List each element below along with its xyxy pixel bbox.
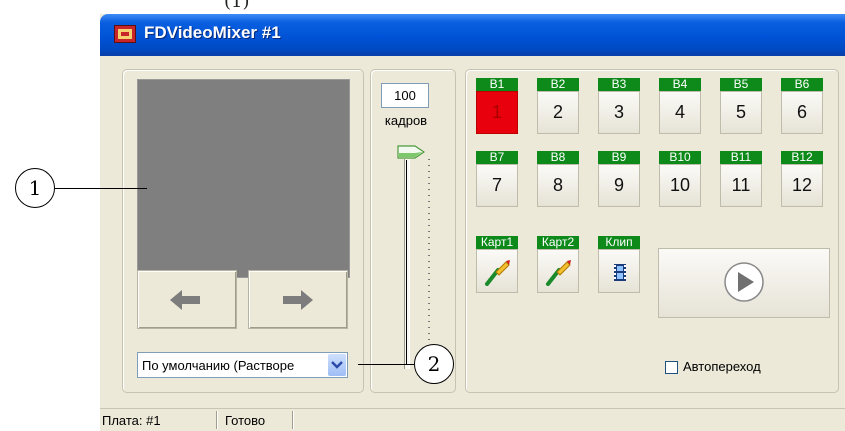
bus-label-b12: B12 [781, 151, 823, 164]
status-board: Плата: #1 [102, 413, 161, 428]
bus-button-3[interactable]: 3 [598, 91, 640, 134]
bus-label-b7: B7 [476, 151, 518, 164]
bus-label-b9: B9 [598, 151, 640, 164]
bus-button-6[interactable]: 6 [781, 91, 823, 134]
bus-button-1[interactable]: 1 [476, 91, 518, 134]
chevron-down-icon [331, 361, 343, 369]
bus-label-b4: B4 [659, 78, 701, 91]
card1-button[interactable] [476, 249, 518, 293]
prev-button[interactable] [137, 270, 237, 329]
bus-label-b8: B8 [537, 151, 579, 164]
bus-button-4[interactable]: 4 [659, 91, 701, 134]
callout-2: 2 [414, 344, 454, 384]
app-film-icon [114, 25, 136, 43]
status-divider [292, 411, 293, 429]
preview-screen [137, 79, 350, 278]
film-icon [614, 264, 626, 281]
bus-button-9[interactable]: 9 [598, 164, 640, 207]
callout-1: 1 [15, 168, 55, 208]
arrow-left-icon [170, 290, 200, 310]
transition-type-select[interactable]: По умолчанию (Растворе [137, 352, 348, 378]
brush-icon [546, 260, 571, 286]
callout-2-leader-vertical [406, 160, 408, 364]
bus-label-b10: B10 [659, 151, 701, 164]
bus-button-12[interactable]: 12 [781, 164, 823, 207]
bus-button-2[interactable]: 2 [537, 91, 579, 134]
bus-label-b3: B3 [598, 78, 640, 91]
card2-button[interactable] [537, 249, 579, 293]
play-icon [724, 262, 764, 302]
autotransition-checkbox-box[interactable] [665, 361, 678, 374]
play-button[interactable] [658, 248, 830, 318]
app-window: FDVideoMixer #1 По умолчанию (Растворе 1… [100, 14, 845, 431]
callout-1-leader [55, 188, 147, 190]
brush-icon [485, 260, 510, 286]
status-divider [216, 411, 217, 429]
bus-button-10[interactable]: 10 [659, 164, 701, 207]
bus-label-b1: B1 [476, 78, 518, 91]
bus-button-7[interactable]: 7 [476, 164, 518, 207]
autotransition-label: Автопереход [683, 359, 761, 374]
media-label-card2: Карт2 [537, 236, 579, 249]
bus-button-8[interactable]: 8 [537, 164, 579, 207]
transition-type-value: По умолчанию (Растворе [142, 358, 295, 373]
title-bar[interactable]: FDVideoMixer #1 [100, 14, 845, 56]
window-title: FDVideoMixer #1 [144, 23, 281, 42]
callout-2-leader [358, 364, 414, 366]
bus-label-b2: B2 [537, 78, 579, 91]
bus-label-b11: B11 [720, 151, 762, 164]
bus-button-5[interactable]: 5 [720, 91, 762, 134]
status-bar: Плата: #1 Готово [100, 408, 845, 431]
media-label-card1: Карт1 [476, 236, 518, 249]
slider-thumb[interactable] [397, 145, 425, 159]
bus-button-11[interactable]: 11 [720, 164, 762, 207]
status-state: Готово [225, 413, 266, 428]
frames-input[interactable]: 100 [381, 83, 429, 108]
top-text-fragment: (1) [0, 0, 845, 14]
dropdown-arrow-button[interactable] [328, 354, 346, 376]
slider-ticks [428, 159, 430, 369]
bus-label-b5: B5 [720, 78, 762, 91]
top-text-fragment-label: (1) [224, 0, 250, 12]
frames-label: кадров [384, 113, 428, 128]
media-label-clip: Клип [598, 236, 640, 249]
arrow-right-icon [283, 290, 313, 310]
next-button[interactable] [248, 270, 348, 329]
clip-button[interactable] [598, 249, 640, 293]
bus-label-b6: B6 [781, 78, 823, 91]
